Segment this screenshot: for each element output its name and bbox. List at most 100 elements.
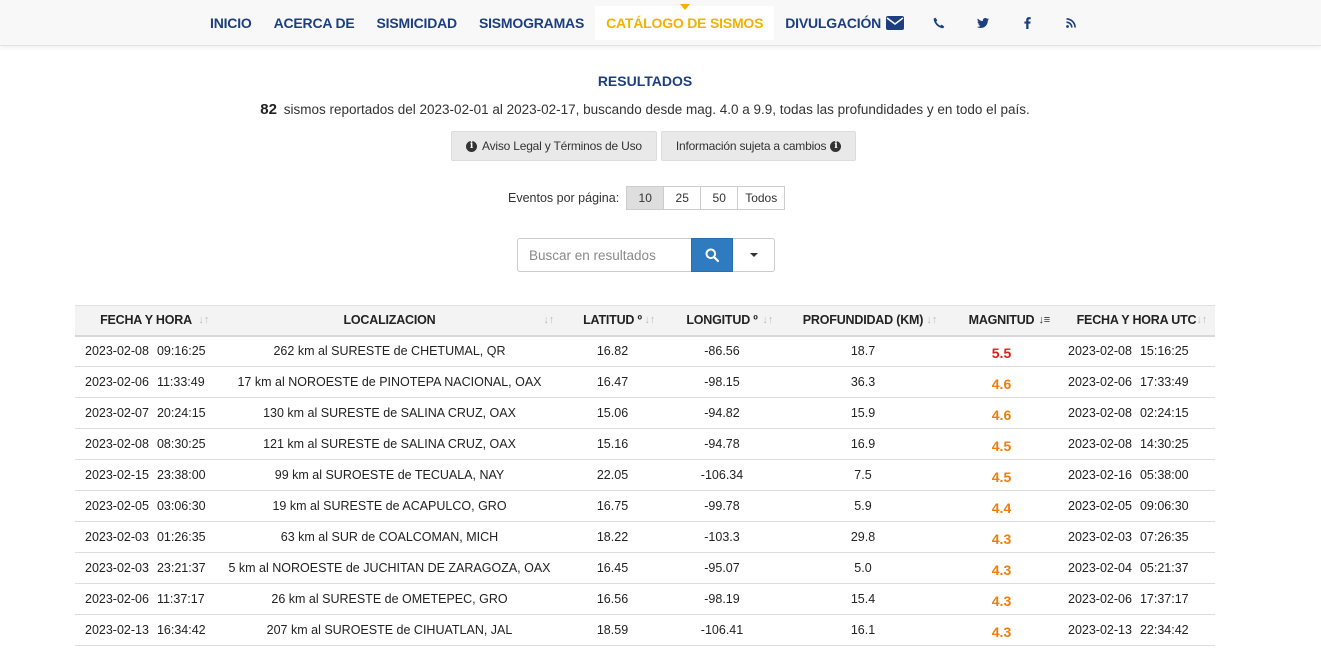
twitter-icon[interactable] bbox=[961, 0, 1005, 46]
cell-magnitud: 4.6 bbox=[991, 406, 1012, 423]
facebook-icon[interactable] bbox=[1005, 0, 1049, 46]
results-title: RESULTADOS bbox=[597, 73, 693, 89]
phone-icon[interactable] bbox=[917, 0, 961, 46]
envelope-icon[interactable] bbox=[873, 0, 917, 46]
cell-magnitud: 4.6 bbox=[991, 375, 1012, 392]
rss-icon[interactable] bbox=[1049, 0, 1093, 46]
cell-longitud: -98.19 bbox=[704, 592, 740, 606]
sort-descending-icon: ↓≡ bbox=[1038, 314, 1050, 326]
nav-item-sismogramas[interactable]: SISMOGRAMAS bbox=[468, 0, 595, 46]
cell-localizacion: 26 km al SURESTE de OMETEPEC, GRO bbox=[271, 592, 508, 606]
column-header-localizacion[interactable]: LOCALIZACION ↓↑ bbox=[217, 306, 562, 336]
table-row[interactable]: 2023-02-07 20:24:15 130 km al SURESTE de S… bbox=[75, 398, 1215, 429]
search-bar bbox=[517, 238, 775, 272]
cell-fecha-y-hora: 2023-02-06 11:37:17 bbox=[85, 592, 205, 606]
table-row[interactable]: 2023-02-08 09:16:25 262 km al SURESTE de C… bbox=[75, 336, 1215, 367]
cell-fecha-y-hora-utc: 2023-02-08 14:30:25 bbox=[1068, 437, 1189, 451]
cell-fecha-y-hora: 2023-02-13 16:34:42 bbox=[85, 623, 206, 637]
page-size-label: Eventos por página: bbox=[508, 191, 620, 205]
cell-localizacion: 63 km al SUR de COALCOMAN, MICH bbox=[280, 530, 499, 544]
cell-localizacion: 207 km al SUROESTE de CIHUATLAN, JAL bbox=[266, 623, 513, 637]
info-subject-to-change-label: Información sujeta a cambios bbox=[675, 139, 827, 153]
cell-fecha-y-hora: 2023-02-06 11:33:49 bbox=[85, 375, 205, 389]
nav-contact-icons bbox=[873, 0, 1093, 46]
nav-item-label: INICIO bbox=[210, 15, 252, 31]
cell-magnitud: 4.5 bbox=[991, 437, 1012, 454]
sort-icon: ↓↑ bbox=[644, 314, 655, 326]
cell-latitud: 16.45 bbox=[596, 561, 629, 575]
column-header-fecha-y-hora[interactable]: FECHA Y HORA ↓↑ bbox=[75, 306, 217, 336]
search-button[interactable] bbox=[691, 238, 733, 272]
cell-latitud: 18.22 bbox=[596, 530, 629, 544]
info-subject-to-change-button[interactable]: Información sujeta a cambios i bbox=[660, 131, 857, 161]
cell-latitud: 16.56 bbox=[596, 592, 629, 606]
column-header-profundidad[interactable]: PROFUNDIDAD (KM) ↓↑ bbox=[781, 306, 945, 336]
cell-magnitud: 4.5 bbox=[991, 468, 1012, 485]
cell-magnitud: 4.4 bbox=[991, 499, 1012, 516]
search-input[interactable] bbox=[517, 238, 691, 272]
cell-longitud: -98.15 bbox=[704, 375, 740, 389]
cell-localizacion: 17 km al NOROESTE de PINOTEPA NACIONAL, … bbox=[237, 375, 542, 389]
notice-buttons: i Aviso Legal y Términos de Uso Informac… bbox=[451, 131, 857, 161]
cell-profundidad: 15.4 bbox=[850, 592, 876, 606]
page-size-selector: Eventos por página: 10 25 50 Todos bbox=[508, 186, 786, 210]
legal-terms-button[interactable]: i Aviso Legal y Términos de Uso bbox=[451, 131, 657, 161]
info-icon: i bbox=[466, 140, 477, 152]
cell-fecha-y-hora-utc: 2023-02-08 02:24:15 bbox=[1068, 406, 1189, 420]
page-size-option-10[interactable]: 10 bbox=[626, 186, 665, 210]
search-options-dropdown[interactable] bbox=[733, 238, 775, 272]
cell-localizacion: 262 km al SURESTE de CHETUMAL, QR bbox=[273, 344, 506, 359]
nav-item-inicio[interactable]: INICIO bbox=[199, 0, 263, 46]
nav-item-acerca-de[interactable]: ACERCA DE bbox=[263, 0, 366, 46]
table-row[interactable]: 2023-02-06 11:37:17 26 km al SURESTE de OM… bbox=[75, 584, 1215, 615]
sort-icon: ↓↑ bbox=[762, 314, 773, 326]
sort-icon: ↓↑ bbox=[1196, 314, 1207, 326]
column-header-magnitud[interactable]: MAGNITUD ↓≡ bbox=[945, 306, 1058, 336]
table-row[interactable]: 2023-02-13 16:34:42 207 km al SUROESTE de … bbox=[75, 615, 1215, 646]
page-size-option-50[interactable]: 50 bbox=[700, 186, 739, 210]
cell-longitud: -106.41 bbox=[700, 623, 744, 637]
cell-magnitud: 4.3 bbox=[991, 623, 1012, 640]
cell-localizacion: 99 km al SUROESTE de TECUALA, NAY bbox=[274, 468, 505, 482]
cell-fecha-y-hora-utc: 2023-02-05 09:06:30 bbox=[1068, 499, 1189, 513]
results-summary: 82 sismos reportados del 2023-02-01 al 2… bbox=[0, 101, 1290, 118]
table-row[interactable]: 2023-02-05 03:06:30 19 km al SURESTE de AC… bbox=[75, 491, 1215, 522]
nav-menu: INICIO ACERCA DE SISMICIDAD SISMOGRAMAS CATÁ… bbox=[199, 0, 892, 46]
page-size-option-25[interactable]: 25 bbox=[663, 186, 702, 210]
table-row[interactable]: 2023-02-03 01:26:35 63 km al SUR de COALCO… bbox=[75, 522, 1215, 553]
cell-fecha-y-hora-utc: 2023-02-06 17:33:49 bbox=[1068, 375, 1189, 389]
cell-profundidad: 29.8 bbox=[850, 530, 876, 544]
table-row[interactable]: 2023-02-06 11:33:49 17 km al NOROESTE de P… bbox=[75, 367, 1215, 398]
search-icon bbox=[705, 248, 719, 262]
cell-profundidad: 36.3 bbox=[850, 375, 876, 389]
nav-item-catalogo-de-sismos[interactable]: CATÁLOGO DE SISMOS bbox=[595, 4, 775, 40]
cell-longitud: -103.3 bbox=[704, 530, 740, 544]
table-row[interactable]: 2023-02-15 23:38:00 99 km al SUROESTE de T… bbox=[75, 460, 1215, 491]
cell-latitud: 15.06 bbox=[596, 406, 629, 420]
cell-longitud: -106.34 bbox=[700, 468, 744, 482]
column-header-longitud[interactable]: LONGITUD º ↓↑ bbox=[663, 306, 781, 336]
column-header-latitud[interactable]: LATITUD º ↓↑ bbox=[562, 306, 663, 336]
column-header-fecha-y-hora-utc[interactable]: FECHA Y HORA UTC ↓↑ bbox=[1058, 306, 1215, 336]
cell-profundidad: 5.9 bbox=[854, 499, 872, 513]
cell-profundidad: 18.7 bbox=[850, 344, 876, 359]
cell-fecha-y-hora-utc: 2023-02-16 05:38:00 bbox=[1068, 468, 1189, 482]
page-size-option-todos[interactable]: Todos bbox=[737, 186, 786, 210]
sort-icon: ↓↑ bbox=[543, 314, 554, 326]
nav-item-label: ACERCA DE bbox=[273, 15, 355, 31]
nav-item-sismicidad[interactable]: SISMICIDAD bbox=[366, 0, 468, 46]
cell-profundidad: 16.9 bbox=[850, 437, 876, 451]
table-row[interactable]: 2023-02-08 08:30:25 121 km al SURESTE de S… bbox=[75, 429, 1215, 460]
chevron-down-icon bbox=[749, 253, 758, 257]
cell-fecha-y-hora-utc: 2023-02-03 07:26:35 bbox=[1068, 530, 1189, 544]
top-navbar: INICIO ACERCA DE SISMICIDAD SISMOGRAMAS CATÁ… bbox=[0, 0, 1321, 46]
cell-fecha-y-hora-utc: 2023-02-08 15:16:25 bbox=[1068, 344, 1189, 359]
cell-fecha-y-hora-utc: 2023-02-04 05:21:37 bbox=[1068, 561, 1189, 575]
table-row[interactable]: 2023-02-03 23:21:37 5 km al NOROESTE de JU… bbox=[75, 553, 1215, 584]
cell-latitud: 16.47 bbox=[596, 375, 629, 389]
cell-longitud: -99.78 bbox=[704, 499, 740, 513]
cell-fecha-y-hora: 2023-02-03 23:21:37 bbox=[85, 561, 206, 575]
cell-localizacion: 130 km al SURESTE de SALINA CRUZ, OAX bbox=[263, 406, 516, 420]
cell-localizacion: 19 km al SURESTE de ACAPULCO, GRO bbox=[272, 499, 507, 513]
cell-latitud: 16.75 bbox=[596, 499, 629, 513]
